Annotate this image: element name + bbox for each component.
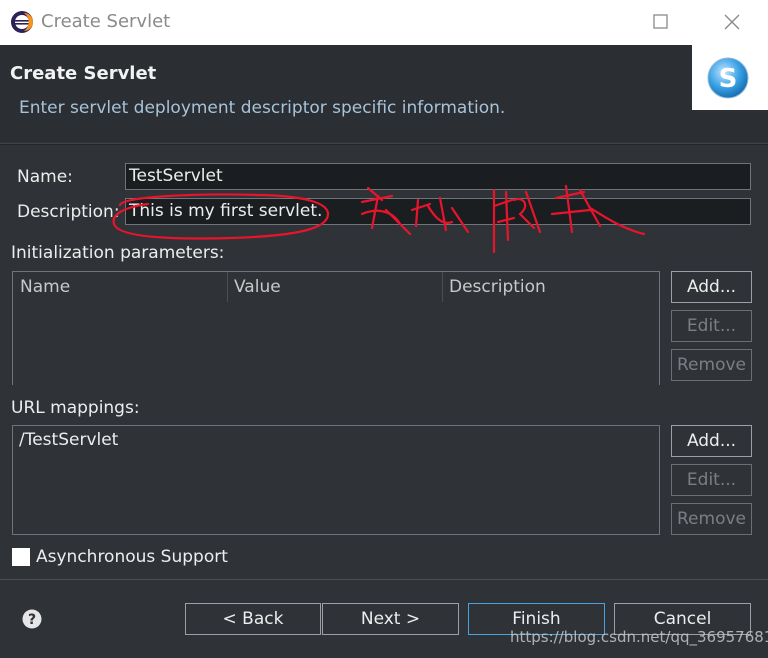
async-support-label[interactable]: Asynchronous Support — [36, 547, 228, 567]
svg-text:S: S — [719, 64, 738, 94]
list-item[interactable]: /TestServlet — [19, 430, 118, 450]
window-titlebar: Create Servlet — [0, 0, 768, 45]
close-icon — [724, 14, 740, 30]
init-params-remove-button[interactable]: Remove — [671, 349, 752, 381]
watermark-text: https://blog.csdn.net/qq_36957681 — [510, 628, 768, 646]
description-field[interactable]: This is my first servlet. — [125, 198, 751, 225]
column-header-name[interactable]: Name — [20, 277, 70, 297]
column-header-description[interactable]: Description — [449, 277, 546, 297]
column-divider[interactable] — [442, 272, 443, 302]
description-label: Description: — [17, 202, 120, 222]
name-field[interactable]: TestServlet — [125, 163, 751, 190]
init-params-add-button[interactable]: Add... — [671, 271, 752, 303]
help-icon[interactable]: ? — [22, 609, 42, 629]
url-mappings-label: URL mappings: — [11, 398, 140, 418]
svg-text:?: ? — [28, 612, 36, 628]
init-params-table[interactable]: Name Value Description — [12, 271, 660, 385]
back-button[interactable]: < Back — [185, 603, 321, 635]
column-header-value[interactable]: Value — [234, 277, 281, 297]
close-button[interactable] — [712, 7, 752, 37]
maximize-button[interactable] — [640, 7, 680, 37]
eclipse-icon — [11, 11, 33, 33]
wizard-banner-image: S — [692, 45, 768, 110]
next-button[interactable]: Next > — [322, 603, 459, 635]
header-separator — [0, 143, 768, 145]
column-divider[interactable] — [227, 272, 228, 302]
init-params-label: Initialization parameters: — [11, 243, 225, 263]
url-mappings-edit-button[interactable]: Edit... — [671, 464, 752, 496]
page-subtitle: Enter servlet deployment descriptor spec… — [19, 98, 506, 118]
footer-separator — [0, 579, 768, 580]
name-label: Name: — [17, 167, 73, 187]
url-mappings-add-button[interactable]: Add... — [671, 425, 752, 457]
maximize-icon — [653, 14, 668, 29]
url-mappings-remove-button[interactable]: Remove — [671, 503, 752, 535]
wizard-header: Create Servlet Enter servlet deployment … — [0, 45, 768, 142]
init-params-edit-button[interactable]: Edit... — [671, 310, 752, 342]
page-title: Create Servlet — [10, 63, 157, 84]
async-support-checkbox[interactable] — [12, 548, 30, 566]
servlet-logo-icon: S — [707, 57, 749, 99]
url-mappings-list[interactable]: /TestServlet — [12, 425, 660, 535]
window-title: Create Servlet — [41, 11, 171, 32]
